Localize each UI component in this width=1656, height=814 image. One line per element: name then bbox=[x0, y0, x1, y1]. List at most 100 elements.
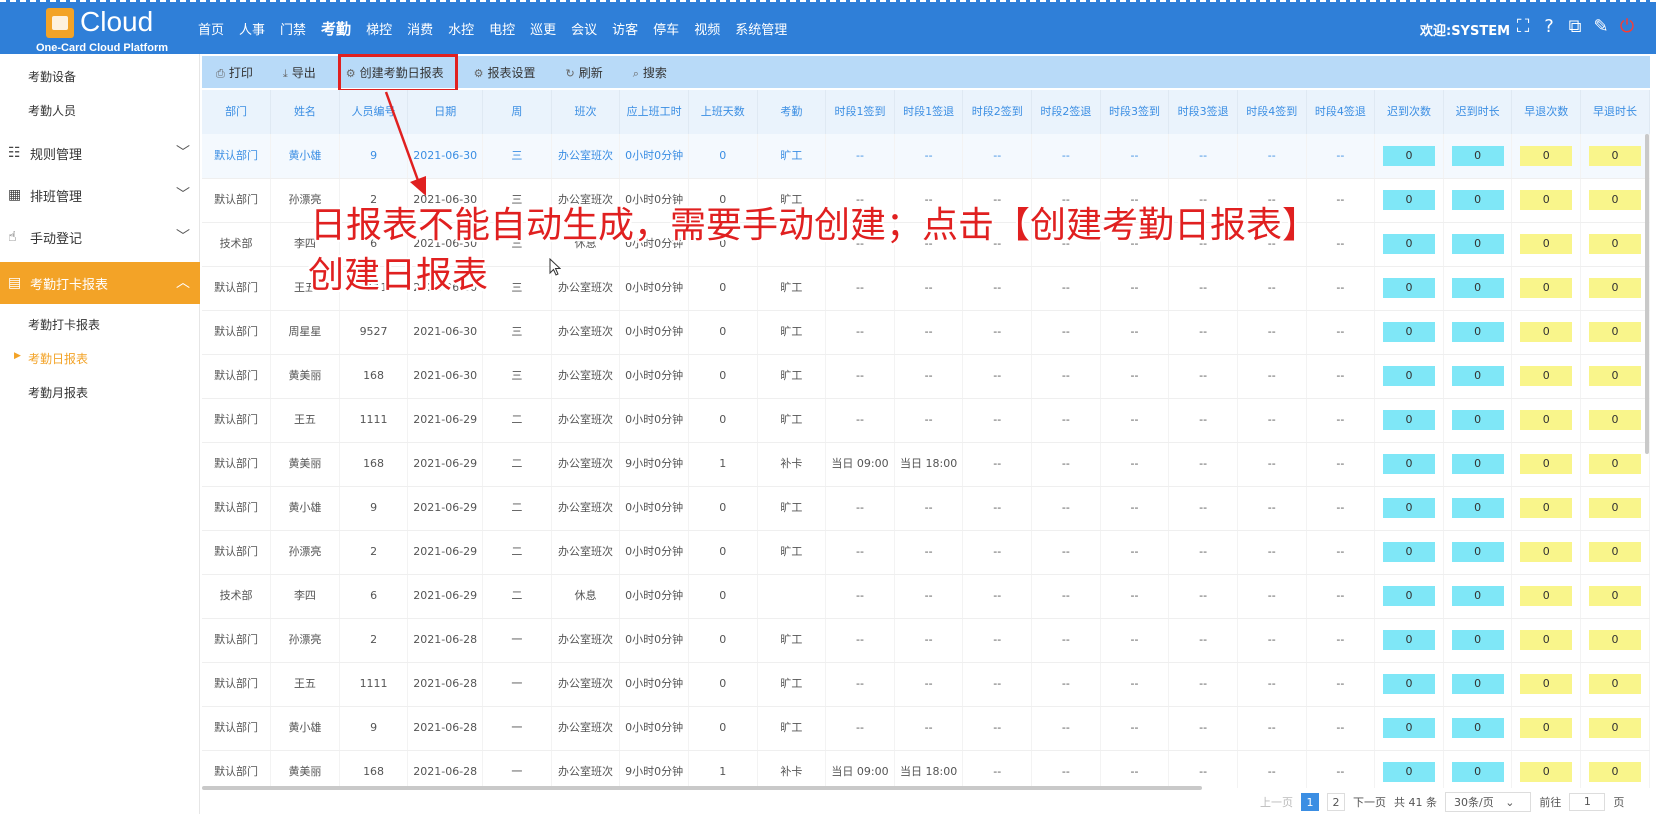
table-row[interactable]: 默认部门 王五 1111 2021-06-29 二办公室班次 0小时0分钟 0 旷工 -- -- -… bbox=[202, 398, 1650, 443]
table-cell: 默认部门 bbox=[202, 134, 272, 179]
column-header[interactable]: 时段3签退 bbox=[1168, 90, 1238, 134]
table-cell: -- bbox=[894, 662, 964, 707]
nav-item[interactable]: 访客 bbox=[612, 19, 638, 38]
column-header[interactable]: 时段2签到 bbox=[962, 90, 1033, 134]
print-button[interactable]: ⎙ 打印 bbox=[216, 64, 253, 81]
page-size-select[interactable]: 30条/页 ⌄ bbox=[1445, 792, 1532, 812]
edit-icon[interactable]: ✎ bbox=[1590, 16, 1612, 38]
sidebar-group-reports[interactable]: ▤ 考勤打卡报表 ︿ bbox=[0, 262, 200, 304]
table-cell: 0 bbox=[1580, 662, 1650, 707]
next-page-button[interactable]: 下一页 bbox=[1353, 794, 1386, 810]
table-cell: -- bbox=[1306, 266, 1376, 311]
table-cell: -- bbox=[894, 618, 964, 663]
nav-item[interactable]: 巡更 bbox=[530, 19, 556, 38]
table-cell: 0 bbox=[688, 310, 758, 355]
table-cell: -- bbox=[1168, 706, 1238, 751]
column-header[interactable]: 应上班工时 bbox=[619, 90, 689, 134]
sidebar-group-rules[interactable]: ☷ 规则管理 ﹀ bbox=[0, 132, 200, 174]
count-badge: 0 bbox=[1520, 234, 1573, 254]
report-settings-button[interactable]: ⚙ 报表设置 bbox=[474, 64, 536, 81]
table-row[interactable]: 默认部门 孙漂亮 2 2021-06-28 一办公室班次 0小时0分钟 0 旷工 -- -- -- -… bbox=[202, 618, 1650, 663]
column-header[interactable]: 时段4签退 bbox=[1306, 90, 1376, 134]
table-row[interactable]: 默认部门 黄小雄 9 2021-06-28 一办公室班次 0小时0分钟 0 旷工 -- -- -- -… bbox=[202, 706, 1650, 751]
nav-item[interactable]: 停车 bbox=[653, 19, 679, 38]
translate-icon[interactable]: ⧉ bbox=[1564, 16, 1586, 38]
table-row[interactable]: 默认部门 孙漂亮 2 2021-06-29 二办公室班次 0小时0分钟 0 旷工 -- -- -- -… bbox=[202, 530, 1650, 575]
search-button[interactable]: ⌕ 搜索 bbox=[633, 64, 667, 81]
column-header[interactable]: 时段1签到 bbox=[825, 90, 895, 134]
refresh-button[interactable]: ↻ 刷新 bbox=[566, 64, 603, 81]
export-button[interactable]: ⤓ 导出 bbox=[283, 64, 316, 81]
table-cell: 休息 bbox=[551, 574, 621, 619]
nav-item[interactable]: 考勤 bbox=[321, 18, 351, 39]
column-header[interactable]: 上班天数 bbox=[688, 90, 758, 134]
sidebar-item-personnel[interactable]: 考勤人员 bbox=[28, 102, 76, 119]
page-button-1[interactable]: 1 bbox=[1301, 793, 1319, 811]
count-badge: 0 bbox=[1520, 454, 1573, 474]
column-header[interactable]: 姓名 bbox=[270, 90, 340, 134]
column-header[interactable]: 部门 bbox=[202, 90, 272, 134]
table-row[interactable]: 默认部门 黄小雄 9 2021-06-29 二办公室班次 0小时0分钟 0 旷工 -- -- -- -… bbox=[202, 486, 1650, 531]
horizontal-scrollbar[interactable] bbox=[202, 786, 1202, 790]
logo[interactable]: Cloud One-Card Cloud Platform bbox=[30, 4, 190, 54]
column-header[interactable]: 考勤 bbox=[757, 90, 827, 134]
table-cell: -- bbox=[1237, 618, 1307, 663]
sidebar-item-daily-report[interactable]: 考勤日报表 bbox=[14, 350, 88, 367]
power-icon[interactable]: ⏻ bbox=[1616, 16, 1638, 38]
nav-item[interactable]: 水控 bbox=[448, 19, 474, 38]
table-cell: -- bbox=[962, 134, 1033, 179]
table-cell: -- bbox=[825, 618, 895, 663]
table-cell: -- bbox=[1168, 750, 1238, 788]
sidebar-group-manual[interactable]: ☝ 手动登记 ﹀ bbox=[0, 216, 200, 258]
table-cell: -- bbox=[1168, 442, 1238, 487]
column-header[interactable]: 周 bbox=[482, 90, 552, 134]
sidebar-item-punch-report[interactable]: 考勤打卡报表 bbox=[28, 316, 100, 333]
sidebar-group-schedule[interactable]: ▦ 排班管理 ﹀ bbox=[0, 174, 200, 216]
column-header[interactable]: 时段1签退 bbox=[894, 90, 964, 134]
table-row[interactable]: 技术部 李四 6 2021-06-29 二休息 0小时0分钟 0 -- -- -- -- -- -- --… bbox=[202, 574, 1650, 619]
table-cell: 旷工 bbox=[757, 310, 827, 355]
column-header[interactable]: 时段2签退 bbox=[1031, 90, 1101, 134]
nav-item[interactable]: 系统管理 bbox=[735, 19, 787, 38]
nav-item[interactable]: 首页 bbox=[198, 19, 224, 38]
table-row[interactable]: 默认部门 黄美丽 168 2021-06-29 二办公室班次 9小时0分钟 1 补卡 当日 09… bbox=[202, 442, 1650, 487]
nav-item[interactable]: 梯控 bbox=[366, 19, 392, 38]
column-header[interactable]: 迟到次数 bbox=[1374, 90, 1444, 134]
table-row[interactable]: 默认部门 黄美丽 168 2021-06-30 三办公室班次 0小时0分钟 0 旷工 -- -- -… bbox=[202, 354, 1650, 399]
nav-item[interactable]: 人事 bbox=[239, 19, 265, 38]
table-cell: -- bbox=[825, 530, 895, 575]
table-row[interactable]: 默认部门 周星星 9527 2021-06-30 三办公室班次 0小时0分钟 0 旷工 -- --… bbox=[202, 310, 1650, 355]
fullscreen-icon[interactable]: ⛶ bbox=[1512, 16, 1534, 38]
table-cell: 0小时0分钟 bbox=[619, 310, 689, 355]
table-cell: 0 bbox=[1374, 354, 1444, 399]
count-badge: 0 bbox=[1383, 145, 1435, 166]
column-header[interactable]: 时段4签到 bbox=[1237, 90, 1307, 134]
table-cell: -- bbox=[1306, 354, 1376, 399]
prev-page-button[interactable]: 上一页 bbox=[1260, 794, 1293, 810]
table-row[interactable]: 默认部门 王五 1111 2021-06-28 一办公室班次 0小时0分钟 0 旷工 -- -- -… bbox=[202, 662, 1650, 707]
nav-item[interactable]: 电控 bbox=[489, 19, 515, 38]
goto-page-input[interactable]: 1 bbox=[1569, 793, 1606, 811]
vertical-scrollbar[interactable] bbox=[1645, 134, 1649, 454]
help-icon[interactable]: ? bbox=[1538, 16, 1560, 38]
nav-item[interactable]: 会议 bbox=[571, 19, 597, 38]
total-count: 共 41 条 bbox=[1394, 796, 1437, 809]
table-cell: 0 bbox=[1580, 178, 1650, 223]
sidebar-item-monthly-report[interactable]: 考勤月报表 bbox=[28, 384, 88, 401]
search-label: 搜索 bbox=[642, 65, 667, 80]
nav-item[interactable]: 门禁 bbox=[280, 19, 306, 38]
table-cell: 三 bbox=[482, 354, 552, 399]
nav-item[interactable]: 消费 bbox=[407, 19, 433, 38]
column-header[interactable]: 班次 bbox=[551, 90, 621, 134]
table-cell: 0 bbox=[688, 530, 758, 575]
column-header[interactable]: 迟到时长 bbox=[1443, 90, 1513, 134]
column-header[interactable]: 早退次数 bbox=[1511, 90, 1582, 134]
table-cell: -- bbox=[1168, 398, 1238, 443]
page-button-2[interactable]: 2 bbox=[1327, 793, 1345, 811]
column-header[interactable]: 时段3签到 bbox=[1100, 90, 1170, 134]
table-cell: -- bbox=[1031, 530, 1101, 575]
column-header[interactable]: 早退时长 bbox=[1580, 90, 1650, 134]
sidebar-item-device[interactable]: 考勤设备 bbox=[28, 68, 76, 85]
nav-item[interactable]: 视频 bbox=[694, 19, 720, 38]
table-row[interactable]: 默认部门 黄美丽 168 2021-06-28 一办公室班次 9小时0分钟 1 补卡 当日 09… bbox=[202, 750, 1650, 788]
